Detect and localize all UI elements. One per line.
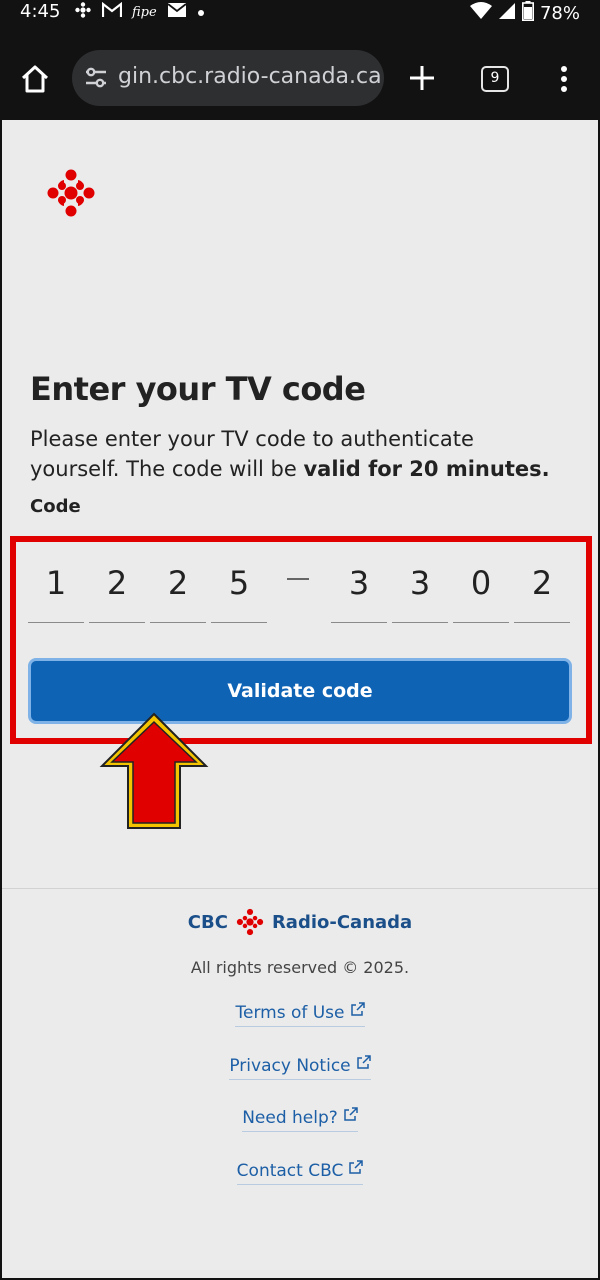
code-digit-underline [331, 622, 387, 623]
cbc-gem-small-icon [236, 908, 264, 936]
code-digit-2[interactable]: 2 [89, 564, 145, 602]
code-digit-underline [28, 622, 84, 623]
new-tab-button[interactable] [405, 61, 439, 95]
browser-toolbar: gin.cbc.radio-canada.ca 9 [0, 24, 600, 120]
external-link-icon [356, 1055, 371, 1069]
app-icon: fipe [132, 4, 157, 20]
help-link-label[interactable]: Need help? [242, 1108, 338, 1128]
copyright-text: All rights reserved © 2025. [190, 958, 410, 977]
signal-icon [498, 2, 516, 25]
code-digit-underline [89, 622, 145, 623]
code-digit-underline [453, 622, 509, 623]
terms-link-label[interactable]: Terms of Use [235, 1003, 344, 1023]
description-bold: valid for 20 minutes. [303, 457, 550, 481]
url-text[interactable]: gin.cbc.radio-canada.ca [118, 64, 382, 89]
help-link[interactable]: Need help? [242, 1107, 358, 1132]
code-digit-1[interactable]: 1 [28, 564, 84, 602]
terms-link[interactable]: Terms of Use [235, 1002, 365, 1027]
code-digit-underline [211, 622, 267, 623]
wifi-icon [469, 2, 492, 25]
tab-switcher-button[interactable]: 9 [481, 66, 509, 92]
external-link-icon [344, 1107, 358, 1121]
site-settings-icon[interactable] [84, 67, 108, 89]
contact-link-label[interactable]: Contact CBC [237, 1161, 344, 1181]
cbc-gem-icon [74, 1, 92, 23]
footer-divider [2, 888, 598, 889]
code-digit-6[interactable]: 3 [392, 564, 448, 602]
code-digit-7[interactable]: 0 [453, 564, 509, 602]
status-bar: 4:45 fipe 78% [0, 0, 600, 24]
more-vertical-icon [561, 66, 567, 92]
notification-icons: fipe [74, 1, 205, 23]
code-digit-underline [392, 622, 448, 623]
footer-link-terms[interactable]: Terms of Use [2, 1002, 598, 1027]
footer-link-privacy[interactable]: Privacy Notice [2, 1055, 598, 1080]
gmail-icon [101, 1, 123, 22]
status-time: 4:45 [20, 1, 61, 22]
privacy-link-label[interactable]: Privacy Notice [229, 1056, 350, 1076]
page-title: Enter your TV code [30, 370, 366, 408]
privacy-link[interactable]: Privacy Notice [229, 1055, 371, 1080]
home-button[interactable] [18, 62, 52, 96]
brand-radio-canada: Radio-Canada [271, 911, 413, 933]
contact-link[interactable]: Contact CBC [236, 1160, 364, 1185]
address-bar[interactable]: gin.cbc.radio-canada.ca [72, 50, 384, 106]
mail-icon [167, 2, 187, 22]
dot-icon [197, 3, 205, 21]
system-status: 78% [469, 1, 580, 26]
footer-brand: CBC Radio-Canada [2, 908, 598, 936]
home-icon [21, 65, 49, 93]
code-digit-underline [514, 622, 570, 623]
code-digit-3[interactable]: 2 [150, 564, 206, 602]
plus-icon [410, 66, 434, 90]
battery-percent: 78% [539, 3, 580, 24]
code-separator [287, 578, 309, 580]
footer-link-help[interactable]: Need help? [2, 1107, 598, 1132]
code-digit-4[interactable]: 5 [211, 564, 267, 602]
external-link-icon [349, 1160, 364, 1174]
cbc-gem-logo-icon [47, 169, 95, 217]
battery-icon [521, 1, 534, 26]
arrow-up-icon [99, 712, 209, 829]
page-content: Enter your TV code Please enter your TV … [2, 120, 598, 1278]
page-description: Please enter your TV code to authenticat… [30, 424, 570, 484]
code-digit-5[interactable]: 3 [331, 564, 387, 602]
browser-menu-button[interactable] [556, 64, 572, 94]
footer-link-contact[interactable]: Contact CBC [2, 1160, 598, 1185]
code-label: Code [30, 496, 81, 517]
code-digit-underline [150, 622, 206, 623]
brand-cbc: CBC [187, 911, 228, 933]
external-link-icon [350, 1002, 365, 1016]
code-digit-8[interactable]: 2 [514, 564, 570, 602]
